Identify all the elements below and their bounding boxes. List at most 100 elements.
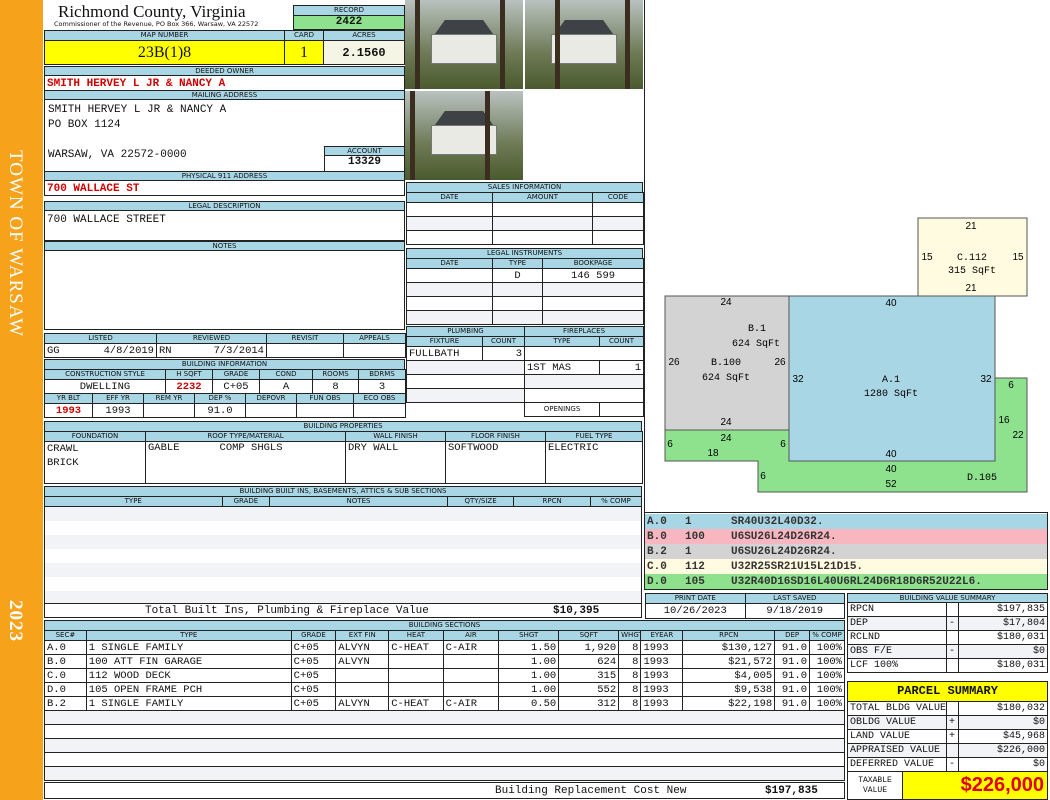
section-cell: 8 xyxy=(618,696,642,711)
construction-style: DWELLING xyxy=(44,379,166,394)
economic-obs xyxy=(353,403,406,418)
bi-header: COND xyxy=(259,369,313,380)
listed-date: 4/8/2019 xyxy=(103,344,154,357)
section-column-header: % COMP xyxy=(809,630,845,641)
property-photo-1[interactable] xyxy=(405,0,523,89)
builtins-rows xyxy=(44,506,642,604)
remaining-year xyxy=(143,403,195,418)
taxable-label: TAXABLE VALUE xyxy=(847,771,903,800)
section-cell xyxy=(442,682,500,697)
section-column-header: SQFT xyxy=(558,630,620,641)
by-header: YR BLT xyxy=(44,393,93,404)
section-column-header: TYPE xyxy=(85,630,292,641)
sketch-dim: 40 xyxy=(885,449,897,460)
section-row: B.2 1 SINGLE FAMILY C+05 ALVYN C-HEAT C-AIR 0.… xyxy=(44,696,845,711)
value-summary-row: OBS F/E - $0 xyxy=(847,644,1048,659)
section-cell: C.0 xyxy=(44,668,87,683)
value-summary-value: $0 xyxy=(958,644,1048,659)
sketch-code-path: SR40U32L40D32. xyxy=(731,515,824,528)
account-number: 13329 xyxy=(324,155,405,172)
parcel-summary-sign xyxy=(946,701,959,716)
deeded-owner: SMITH HERVEY L JR & NANCY A xyxy=(47,78,226,90)
dates-table: PRINT DATE LAST SAVED 10/26/2023 9/18/2019 xyxy=(645,593,845,619)
section-cell xyxy=(388,668,444,683)
physical-address: 700 WALLACE ST xyxy=(47,183,140,195)
value-summary-value: $197,835 xyxy=(958,602,1048,617)
empty-cell xyxy=(44,752,845,767)
fireplaces-table: FIREPLACES TYPE COUNT 1ST MAS 1 OPENINGS xyxy=(524,326,644,417)
reviewed-date: 7/3/2014 xyxy=(213,344,264,357)
value-summary-sign: - xyxy=(946,644,959,659)
functional-obs xyxy=(296,403,354,418)
legal-description: 700 WALLACE STREET xyxy=(47,214,166,226)
sketch-dim: 16 xyxy=(998,415,1010,426)
last-saved: 9/18/2019 xyxy=(744,603,845,619)
fireplace-header: COUNT xyxy=(599,336,644,347)
section-cell: 100 ATT FIN GARAGE xyxy=(85,654,292,669)
section-cell: 100% xyxy=(809,668,845,683)
plumbing-count: 3 xyxy=(482,346,525,361)
taxable-label-1: TAXABLE xyxy=(858,776,892,785)
section-column-header: GRADE xyxy=(290,630,337,641)
empty-cell xyxy=(44,710,845,725)
builtins-header: NOTES xyxy=(269,496,448,507)
mailing-line2: PO BOX 1124 xyxy=(48,119,121,131)
section-column-header: AIR xyxy=(442,630,500,641)
value-summary-value: $17,804 xyxy=(958,616,1048,631)
section-cell: 1.50 xyxy=(498,640,560,655)
section-cell: 8 xyxy=(618,668,642,683)
parcel-summary-row: TOTAL BLDG VALUE $180,032 xyxy=(847,701,1048,716)
sketch-code-row: B.0 100 U6SU26L24D26R24. xyxy=(645,529,1047,544)
parcel-summary-sign: + xyxy=(946,715,959,730)
section-row: C.0 112 WOOD DECK C+05 1.00 315 8 1993 $4,005 91… xyxy=(44,668,845,683)
sketch-code-row: D.0 105 U32R40D16SD16L40U6RL24D6R18D6R52U2… xyxy=(645,574,1047,589)
wall-finish: DRY WALL xyxy=(345,441,446,484)
builtins-header: % COMP xyxy=(589,496,643,507)
parcel-summary-value: $226,000 xyxy=(958,743,1048,758)
section-cell: 100% xyxy=(809,682,845,697)
plumbing-label: PLUMBING xyxy=(406,326,525,337)
bp-header: FOUNDATION xyxy=(44,431,146,442)
sketch-dim: 24 xyxy=(720,297,732,308)
parcel-summary-value: $0 xyxy=(958,757,1048,772)
parcel-summary-row: OBLDG VALUE + $0 xyxy=(847,715,1048,730)
section-cell: 8 xyxy=(618,682,642,697)
value-summary-value: $180,031 xyxy=(958,658,1048,673)
building-info-table: CONSTRUCTION STYLE H SQFT GRADE COND ROOMS BD… xyxy=(44,369,406,394)
sketch-section-name: D.105 xyxy=(967,473,997,484)
by-header: ECO OBS xyxy=(353,393,406,404)
effective-year: 1993 xyxy=(92,403,144,418)
section-cell: 100% xyxy=(809,654,845,669)
building-sections-table: SEC# TYPE GRADE EXT FIN HEAT AIR SHGT SQFT WHGT E… xyxy=(44,630,845,781)
sketch-dim: 15 xyxy=(1012,252,1024,263)
section-cell: 91.0 xyxy=(774,654,811,669)
bi-header: BDRMS xyxy=(358,369,406,380)
property-photo-3[interactable] xyxy=(405,91,523,180)
builtins-total-row: Total Built Ins, Plumbing & Fireplace Va… xyxy=(44,603,642,618)
plumbing-table: PLUMBING FIXTURE COUNT FULLBATH 3 xyxy=(406,326,525,403)
section-cell: 312 xyxy=(558,696,620,711)
sketch-code-path: U6SU26L24D26R24. xyxy=(731,545,837,558)
value-summary-value: $180,031 xyxy=(958,630,1048,645)
sketch-dim: 21 xyxy=(965,283,977,294)
sketch-code-row: A.0 1 SR40U32L40D32. xyxy=(645,514,1047,529)
replacement-cost-value: $197,835 xyxy=(765,785,818,797)
floor-finish: SOFTWOOD xyxy=(445,441,546,484)
parcel-summary-label: PARCEL SUMMARY xyxy=(847,681,1048,702)
listing-table: LISTED REVIEWED REVISIT APPEALS GG 4/8/2019 R… xyxy=(44,333,406,358)
value-summary-sign: - xyxy=(946,616,959,631)
builtins-header: GRADE xyxy=(221,496,271,507)
section-cell: D.0 xyxy=(44,682,87,697)
listed-by: GG xyxy=(47,344,60,357)
parcel-summary-label: APPRAISED VALUE xyxy=(847,743,947,758)
bi-header: H SQFT xyxy=(165,369,213,380)
property-photo-2[interactable] xyxy=(525,0,643,89)
empty-section-row xyxy=(44,738,845,753)
section-cell: 100% xyxy=(809,640,845,655)
section-cell: 91.0 xyxy=(774,682,811,697)
sketch-code-row: C.0 112 U32R25SR21U15L21D15. xyxy=(645,559,1047,574)
notes-area[interactable] xyxy=(44,250,405,330)
sketch-section-name: C.112 xyxy=(957,253,987,264)
instrument-type: D xyxy=(492,268,543,283)
sketch-dim: 26 xyxy=(668,357,680,368)
